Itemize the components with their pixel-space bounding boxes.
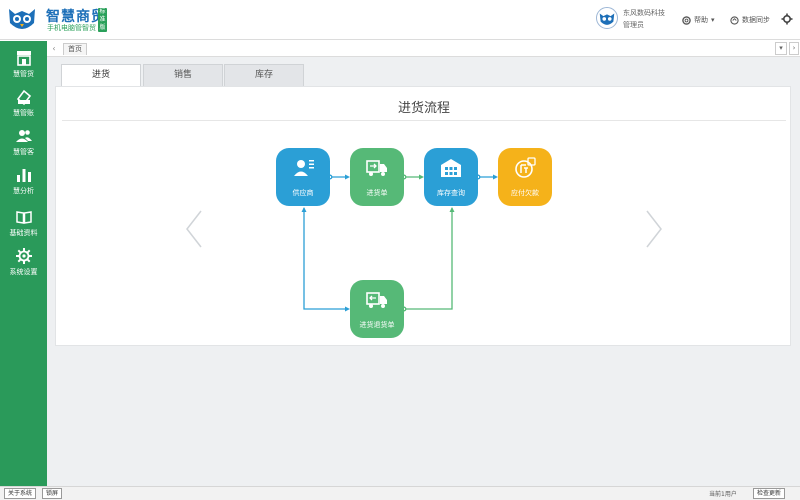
flow-node-purchase-return[interactable]: 进货退货单 [350, 280, 404, 338]
settings-gear-icon[interactable] [781, 13, 793, 25]
tab-home[interactable]: 首页 [63, 43, 87, 55]
sidebar-item-label: 慧管货 [13, 70, 34, 78]
users-icon [15, 130, 32, 142]
flow-node-label: 进货单 [366, 189, 388, 197]
subtab-inventory[interactable]: 库存 [224, 64, 304, 86]
tab-scroll-right-icon[interactable]: › [789, 42, 799, 55]
top-header: 智慧商贸 手机电脑管智贸 标准版 东风数码科技 管理员 帮助 ▾ 数据同步 [0, 0, 800, 40]
tab-list-dropdown-icon[interactable]: ▾ [775, 42, 787, 55]
status-bar: 关于系统 锁屏 当前1用户 检查更新 [0, 486, 800, 500]
sync-label: 数据同步 [742, 16, 770, 24]
caret-down-icon: ▾ [711, 16, 715, 24]
subtab-purchase[interactable]: 进货 [61, 64, 141, 87]
page-tab-strip: ‹ 首页 ▾ › [47, 41, 800, 57]
flow-node-inventory-query[interactable]: 库存查询 [424, 148, 478, 206]
flow-node-label: 供应商 [292, 189, 314, 197]
sidebar-item-label: 慧管账 [13, 109, 34, 117]
supplier-icon [294, 160, 314, 176]
lifebuoy-icon [682, 15, 691, 25]
main-content: 进货 销售 库存 进货流程 供应商 进货单 库存查询 应付欠款 进货退货单 [47, 57, 800, 486]
owl-avatar-icon [599, 13, 615, 25]
sync-button[interactable]: 数据同步 [730, 15, 770, 25]
company-avatar[interactable] [596, 7, 618, 29]
truck-icon [366, 160, 387, 176]
lock-screen-button[interactable]: 锁屏 [42, 488, 63, 499]
sidebar-item-ledger[interactable]: 慧管账 [0, 86, 47, 124]
sidebar-item-label: 系统设置 [9, 268, 38, 276]
store-icon [16, 51, 31, 66]
sidebar-item-label: 慧管客 [13, 148, 34, 156]
sidebar-item-label: 基础资料 [9, 229, 38, 237]
bar-chart-icon [16, 169, 31, 182]
return-truck-icon [366, 292, 387, 308]
subtab-sales[interactable]: 销售 [143, 64, 223, 86]
sidebar-item-customers[interactable]: 慧管客 [0, 125, 47, 163]
sidebar-item-label: 慧分析 [13, 187, 34, 195]
user-role: 管理员 [623, 21, 644, 29]
sidebar-item-analysis[interactable]: 慧分析 [0, 164, 47, 202]
about-system-button[interactable]: 关于系统 [4, 488, 37, 499]
ledger-icon [16, 89, 31, 106]
sync-icon [730, 15, 739, 25]
gear-icon [15, 248, 32, 264]
flow-node-label: 库存查询 [437, 189, 465, 197]
sidebar: 慧管货 慧管账 慧管客 慧分析 基础资料 系统设置 [0, 41, 47, 486]
flow-connectors [301, 174, 498, 312]
sidebar-item-basic-data[interactable]: 基础资料 [0, 206, 47, 244]
app-subtitle: 手机电脑管智贸 [47, 24, 96, 32]
flow-node-payable[interactable]: 应付欠款 [498, 148, 552, 206]
flow-node-label: 应付欠款 [511, 189, 539, 197]
flow-node-purchase-order[interactable]: 进货单 [350, 148, 404, 206]
logo-owl-icon [9, 9, 35, 29]
tab-scroll-left-icon[interactable]: ‹ [49, 44, 59, 54]
book-icon [15, 211, 32, 224]
flow-node-supplier[interactable]: 供应商 [276, 148, 330, 206]
edition-badge: 标准版 [98, 8, 107, 32]
check-update-button[interactable]: 检查更新 [753, 488, 786, 499]
online-user-count: 当前1用户 [709, 491, 737, 498]
flow-node-label: 进货退货单 [359, 321, 395, 329]
warehouse-icon [441, 159, 461, 177]
company-name: 东风数码科技 [623, 9, 665, 17]
flow-panel: 进货流程 供应商 进货单 库存查询 应付欠款 进货退货单 [55, 86, 791, 346]
sidebar-item-goods[interactable]: 慧管货 [0, 47, 47, 85]
help-label: 帮助 [694, 16, 708, 24]
help-menu[interactable]: 帮助 ▾ [682, 15, 715, 25]
payment-icon [515, 157, 536, 178]
sidebar-item-settings[interactable]: 系统设置 [0, 245, 47, 283]
